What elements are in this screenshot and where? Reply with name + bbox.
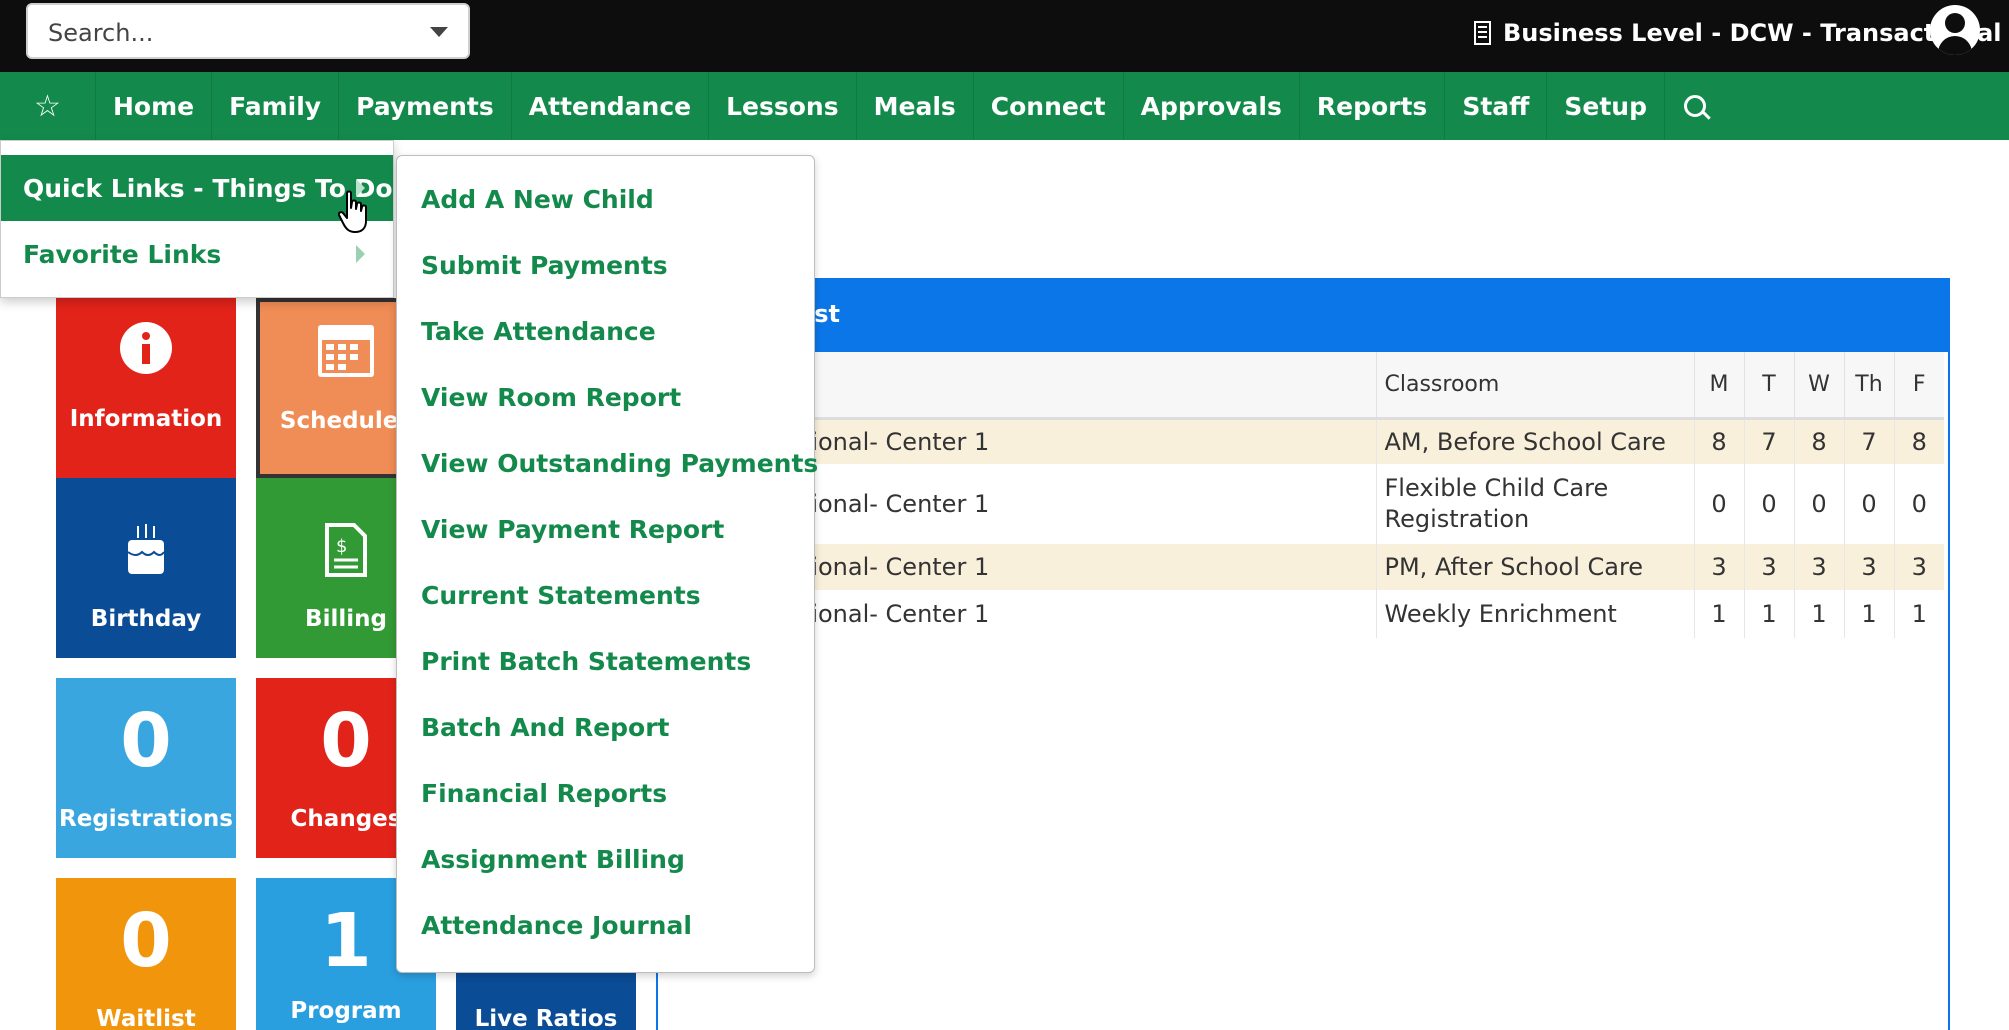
tile-registrations[interactable]: 0 Registrations (56, 678, 236, 858)
nav-attendance[interactable]: Attendance (512, 72, 710, 140)
nav-reports[interactable]: Reports (1300, 72, 1446, 140)
info-icon (120, 322, 172, 374)
business-level-label: Business Level - DCW - Transactional (1503, 19, 2002, 47)
table-row: actional- Center 1 Flexible Child Care R… (658, 464, 1944, 544)
search-icon[interactable] (1665, 72, 1725, 140)
tile-waitlist-label: Waitlist (96, 1006, 196, 1030)
menu-favorite-links[interactable]: Favorite Links (1, 221, 393, 287)
cell-day: 1 (1793, 590, 1844, 638)
table-header-row: Classroom M T W Th F (658, 352, 1944, 420)
header-day-m[interactable]: M (1693, 352, 1744, 420)
cell-day: 3 (1793, 544, 1844, 590)
tile-information-label: Information (69, 406, 223, 432)
cell-day: 8 (1793, 418, 1844, 464)
user-avatar-icon[interactable] (1930, 5, 1980, 55)
header-day-t[interactable]: T (1743, 352, 1794, 420)
link-financial-reports[interactable]: Financial Reports (421, 779, 667, 808)
search-placeholder: Search... (48, 19, 154, 47)
calendar-icon (318, 325, 374, 377)
cell-classroom: AM, Before School Care (1375, 418, 1694, 464)
panel-header: ist (658, 280, 1948, 352)
invoice-icon: $ (325, 523, 367, 577)
building-icon (1474, 21, 1491, 45)
nav-connect[interactable]: Connect (974, 72, 1124, 140)
main-nav: ☆ Home Family Payments Attendance Lesson… (0, 72, 2009, 140)
tile-registrations-label: Registrations (59, 806, 233, 832)
link-assignment-billing[interactable]: Assignment Billing (421, 845, 685, 874)
nav-setup[interactable]: Setup (1547, 72, 1665, 140)
link-attendance-journal[interactable]: Attendance Journal (421, 911, 692, 940)
tile-waitlist-value: 0 (120, 898, 172, 984)
search-select[interactable]: Search... (26, 3, 470, 59)
cell-day: 0 (1843, 464, 1894, 544)
cell-day: 3 (1893, 544, 1944, 590)
cell-day: 8 (1893, 418, 1944, 464)
tile-information[interactable]: Information (56, 298, 236, 478)
cell-day: 3 (1843, 544, 1894, 590)
classroom-panel: ist Classroom M T W Th F actional- Cente… (656, 278, 1950, 1030)
classroom-table: Classroom M T W Th F actional- Center 1 … (658, 352, 1944, 638)
business-level-selector[interactable]: Business Level - DCW - Transactional (1474, 16, 2002, 50)
header-day-th[interactable]: Th (1843, 352, 1894, 420)
nav-meals[interactable]: Meals (857, 72, 974, 140)
header-day-f[interactable]: F (1893, 352, 1944, 420)
table-row: actional- Center 1 PM, After School Care… (658, 544, 1944, 590)
cell-day: 8 (1693, 418, 1744, 464)
cell-day: 0 (1793, 464, 1844, 544)
menu-quick-links[interactable]: Quick Links - Things To Do (1, 155, 393, 221)
cell-classroom: PM, After School Care (1375, 544, 1694, 590)
nav-approvals[interactable]: Approvals (1124, 72, 1300, 140)
cell-day: 1 (1693, 590, 1744, 638)
cell-classroom: Weekly Enrichment (1375, 590, 1694, 638)
cell-day: 1 (1743, 590, 1794, 638)
cell-day: 3 (1693, 544, 1744, 590)
nav-staff[interactable]: Staff (1445, 72, 1548, 140)
birthday-cake-icon (127, 524, 165, 574)
tile-registrations-value: 0 (120, 698, 172, 784)
link-view-payment-report[interactable]: View Payment Report (421, 515, 724, 544)
link-view-outstanding-payments[interactable]: View Outstanding Payments (421, 449, 818, 478)
dropdown-caret-icon[interactable] (430, 27, 448, 37)
nav-family[interactable]: Family (212, 72, 340, 140)
menu-favorite-links-label: Favorite Links (23, 239, 222, 269)
link-view-room-report[interactable]: View Room Report (421, 383, 681, 412)
cell-day: 7 (1843, 418, 1894, 464)
tile-live-ratios-label: Live Ratios (474, 1006, 618, 1030)
cell-day: 1 (1893, 590, 1944, 638)
link-add-new-child[interactable]: Add A New Child (421, 185, 654, 214)
tile-program-label: Program (290, 998, 402, 1024)
cell-day: 3 (1743, 544, 1794, 590)
cell-day: 0 (1693, 464, 1744, 544)
top-bar: Search... Business Level - DCW - Transac… (0, 0, 2009, 72)
table-row: actional- Center 1 Weekly Enrichment 1 1… (658, 590, 1944, 638)
link-submit-payments[interactable]: Submit Payments (421, 251, 668, 280)
tile-birthday-label: Birthday (90, 606, 202, 632)
nav-payments[interactable]: Payments (339, 72, 512, 140)
submenu-arrow-icon (356, 245, 365, 263)
link-print-batch-statements[interactable]: Print Batch Statements (421, 647, 751, 676)
tile-birthday[interactable]: Birthday (56, 478, 236, 658)
link-current-statements[interactable]: Current Statements (421, 581, 701, 610)
link-take-attendance[interactable]: Take Attendance (421, 317, 656, 346)
header-day-w[interactable]: W (1793, 352, 1844, 420)
quick-links-submenu: Add A New Child Submit Payments Take Att… (396, 155, 818, 973)
cell-day: 1 (1843, 590, 1894, 638)
cell-day: 0 (1743, 464, 1794, 544)
link-batch-and-report[interactable]: Batch And Report (421, 713, 670, 742)
nav-lessons[interactable]: Lessons (709, 72, 857, 140)
header-classroom[interactable]: Classroom (1375, 352, 1694, 420)
cell-classroom: Flexible Child Care Registration (1375, 464, 1694, 544)
table-row: actional- Center 1 AM, Before School Car… (658, 418, 1944, 464)
svg-text:$: $ (336, 536, 347, 557)
star-icon[interactable]: ☆ (0, 72, 96, 140)
quick-links-menu: Quick Links - Things To Do Favorite Link… (0, 140, 394, 298)
nav-home[interactable]: Home (96, 72, 213, 140)
hand-cursor-icon (338, 190, 367, 233)
cell-day: 7 (1743, 418, 1794, 464)
cell-day: 0 (1893, 464, 1944, 544)
tile-waitlist[interactable]: 0 Waitlist (56, 878, 236, 1030)
